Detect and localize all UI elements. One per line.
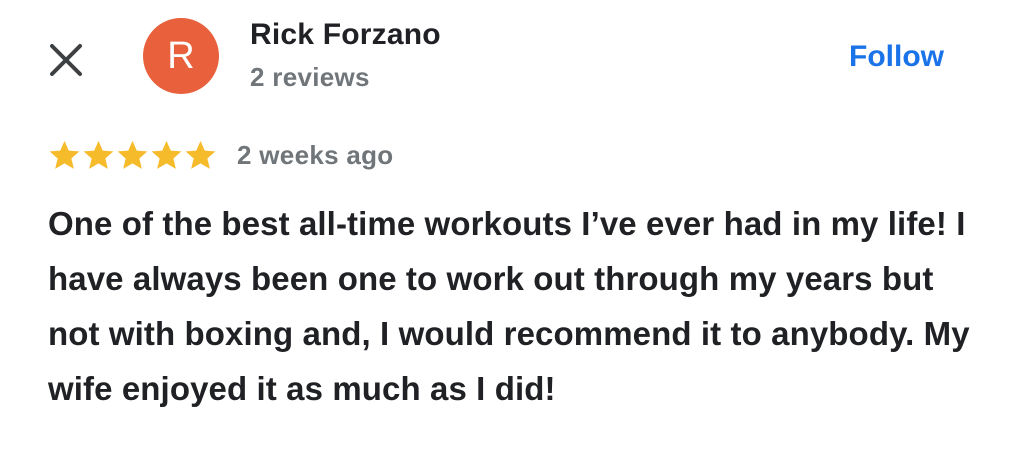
review-text: One of the best all-time workouts I’ve e… [48, 205, 970, 407]
star-icon [151, 140, 182, 169]
star-icon [83, 140, 114, 169]
close-icon [50, 44, 82, 76]
review-date: 2 weeks ago [237, 139, 394, 170]
close-button[interactable] [46, 40, 86, 80]
reviewer-name[interactable]: Rick Forzano [250, 18, 441, 52]
star-rating [48, 139, 217, 171]
star-icon [185, 140, 216, 169]
review-header: R Rick Forzano 2 reviews Follow [0, 0, 1024, 120]
avatar[interactable]: R [143, 18, 219, 94]
review-meta: 2 weeks ago [48, 138, 394, 172]
star-icon [117, 140, 148, 169]
follow-button[interactable]: Follow [849, 40, 944, 74]
star-icon [49, 140, 80, 169]
reviewer-review-count: 2 reviews [250, 62, 370, 92]
